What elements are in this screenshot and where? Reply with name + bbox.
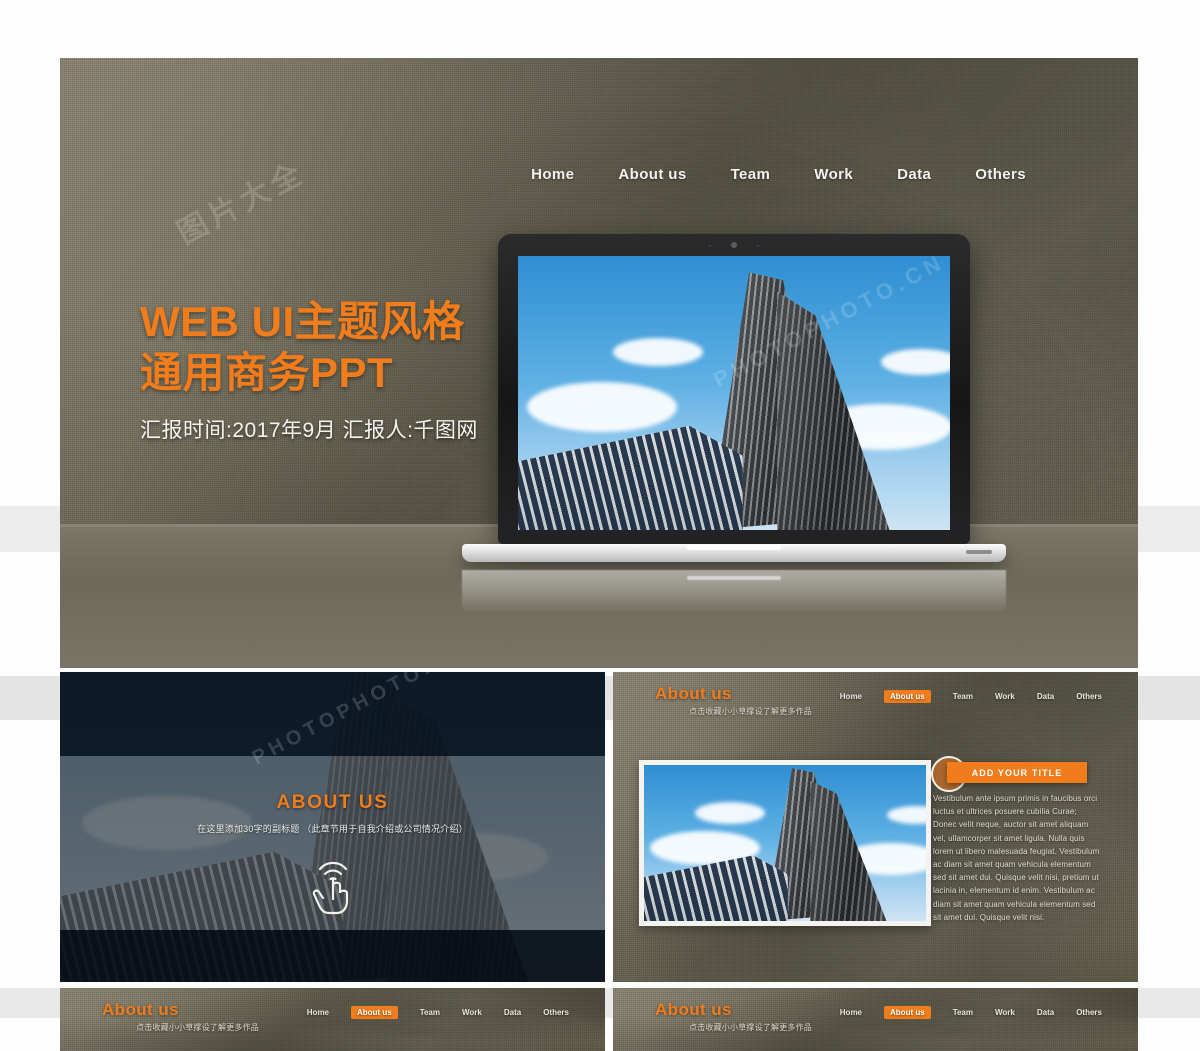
laptop-base [462,544,1006,562]
nav-item-about-us[interactable]: About us [618,166,686,183]
br-nav-work[interactable]: Work [995,1008,1015,1017]
content-nav-about-us[interactable]: About us [884,690,931,703]
bottom-right-navbar[interactable]: Home About us Team Work Data Others [840,1006,1102,1019]
bottom-left-header: About us 点击收藏小小草撑设了解更多作品 Home About us T… [60,988,605,1042]
hero-text-block: WEB UI主题风格 通用商务PPT 汇报时间:2017年9月 汇报人:千图网 [140,296,478,444]
laptop-screen [518,256,950,530]
bl-nav-team[interactable]: Team [420,1008,440,1017]
building-photo [518,256,950,530]
watermark: 图片大全 [172,155,312,251]
nav-item-team[interactable]: Team [731,166,771,183]
content-subtitle: 点击收藏小小草撑设了解更多作品 [689,707,812,716]
content-navbar[interactable]: Home About us Team Work Data Others [840,690,1102,703]
hero-subtitle: 汇报时间:2017年9月 汇报人:千图网 [140,419,478,443]
nav-item-home[interactable]: Home [531,166,574,183]
content-title: About us [655,684,732,703]
laptop-notch [687,545,781,550]
laptop-mockup [462,234,1006,646]
bottom-left-title: About us [102,1000,179,1019]
content-nav-home[interactable]: Home [840,692,862,701]
about-dark-content: ABOUT US 在这里添加30字的副标题 （此章节用于自我介绍或公司情况介绍） [60,756,605,930]
content-nav-team[interactable]: Team [953,692,973,701]
about-us-subtitle: 在这里添加30字的副标题 （此章节用于自我介绍或公司情况介绍） [197,824,468,834]
nav-item-work[interactable]: Work [814,166,853,183]
about-us-bottom-left-slide: About us 点击收藏小小草撑设了解更多作品 Home About us T… [60,988,605,1051]
bottom-right-subtitle: 点击收藏小小草撑设了解更多作品 [689,1023,812,1032]
nav-item-others[interactable]: Others [975,166,1026,183]
content-photo [639,760,931,926]
about-dark-top-band [60,672,605,756]
reflection-notch [687,576,781,580]
laptop-reflection [462,570,1006,614]
about-us-content-slide: About us 点击收藏小小草撑设了解更多作品 Home About us T… [613,672,1138,982]
hero-slide: Home About us Team Work Data Others WEB … [60,58,1138,668]
about-dark-bottom-band [60,930,605,982]
hero-title-line2: 通用商务PPT [140,349,394,397]
bl-nav-about-us[interactable]: About us [351,1006,398,1019]
nav-item-data[interactable]: Data [897,166,931,183]
content-header: About us 点击收藏小小草撑设了解更多作品 Home About us T… [613,672,1138,726]
br-nav-about-us[interactable]: About us [884,1006,931,1019]
bl-nav-others[interactable]: Others [543,1008,569,1017]
br-nav-team[interactable]: Team [953,1008,973,1017]
about-us-dark-slide: ABOUT US 在这里添加30字的副标题 （此章节用于自我介绍或公司情况介绍）… [60,672,605,982]
laptop-lid [498,234,970,544]
hero-title-line1: WEB UI主题风格 [140,298,465,345]
add-your-title-button[interactable]: ADD YOUR TITLE [947,762,1087,783]
content-body-text: Vestibulum ante ipsum primis in faucibus… [933,794,1100,922]
webcam-icon [709,242,759,248]
br-nav-home[interactable]: Home [840,1008,862,1017]
bl-nav-home[interactable]: Home [307,1008,329,1017]
hero-navbar[interactable]: Home About us Team Work Data Others [60,166,1138,183]
laptop-port [966,550,992,554]
hand-click-icon[interactable] [302,841,364,915]
about-us-heading: ABOUT US [276,792,389,813]
content-nav-data[interactable]: Data [1037,692,1054,701]
bottom-left-navbar[interactable]: Home About us Team Work Data Others [307,1006,569,1019]
bottom-right-title: About us [655,1000,732,1019]
bottom-left-subtitle: 点击收藏小小草撑设了解更多作品 [136,1023,259,1032]
content-nav-others[interactable]: Others [1076,692,1102,701]
br-nav-others[interactable]: Others [1076,1008,1102,1017]
br-nav-data[interactable]: Data [1037,1008,1054,1017]
bl-nav-work[interactable]: Work [462,1008,482,1017]
building-photo-small [644,765,926,921]
content-nav-work[interactable]: Work [995,692,1015,701]
bl-nav-data[interactable]: Data [504,1008,521,1017]
bottom-right-header: About us 点击收藏小小草撑设了解更多作品 Home About us T… [613,988,1138,1042]
about-us-bottom-right-slide: About us 点击收藏小小草撑设了解更多作品 Home About us T… [613,988,1138,1051]
